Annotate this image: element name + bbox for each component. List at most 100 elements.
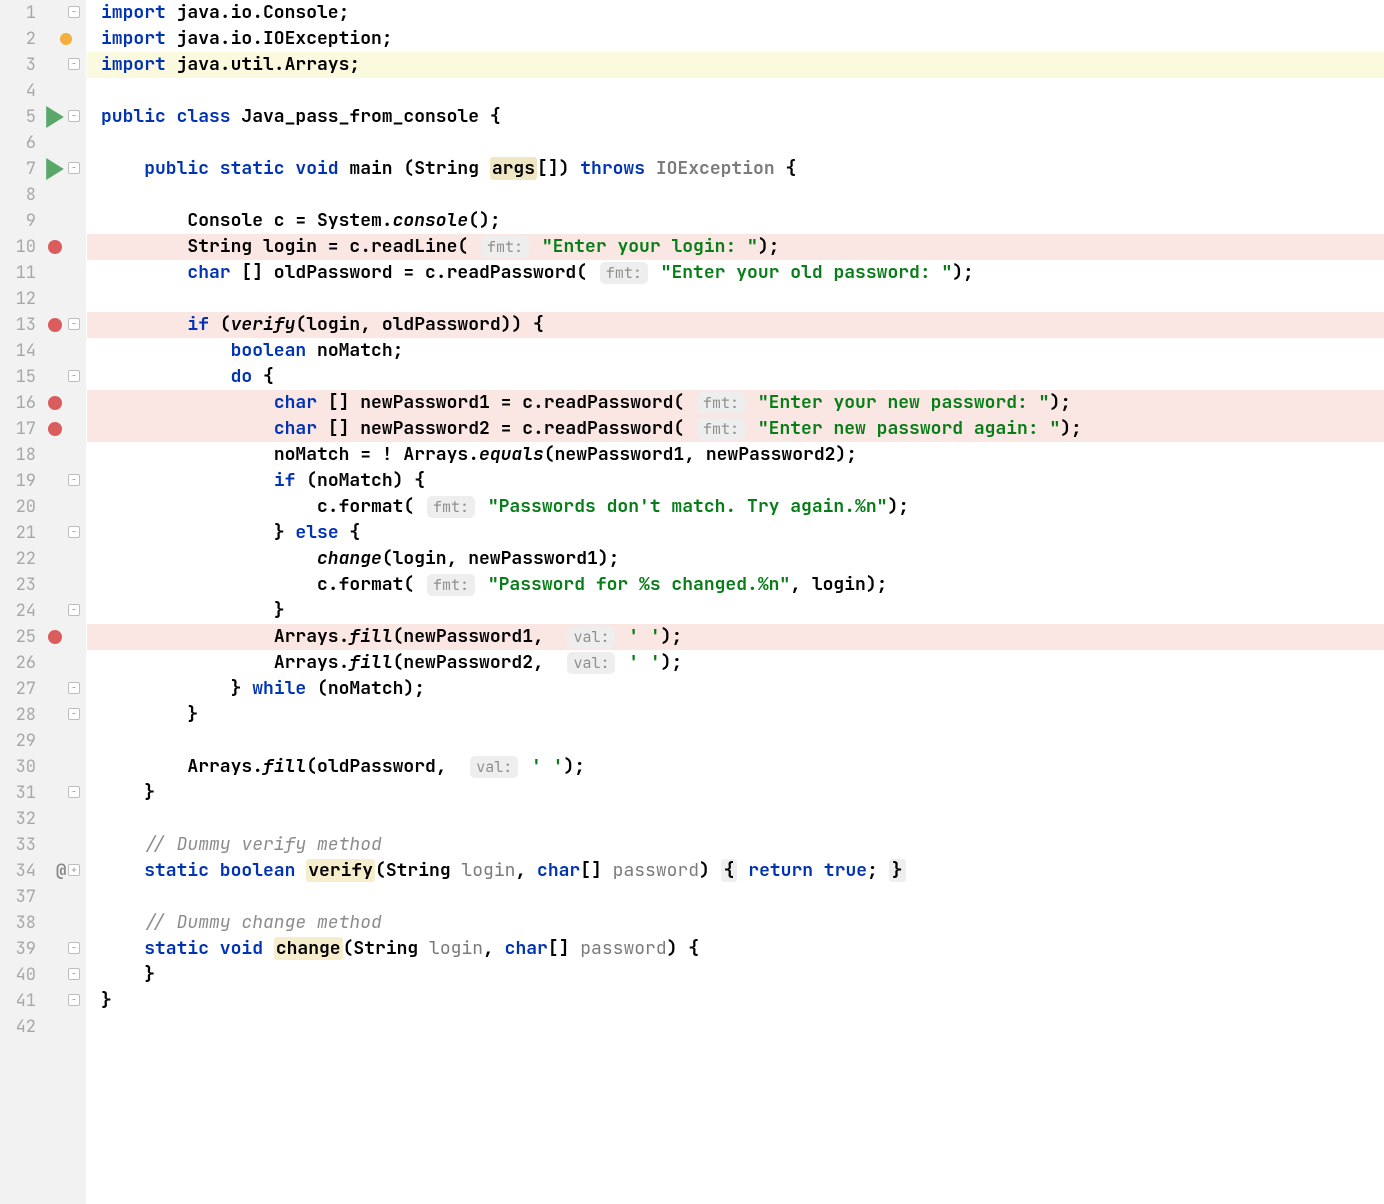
code-line[interactable]: Arrays.fill(newPassword1, val: ' '); (87, 624, 1384, 650)
gutter-line[interactable]: 37 (0, 884, 86, 910)
code-line[interactable]: } else { (87, 520, 1384, 546)
code-line[interactable]: } (87, 598, 1384, 624)
fold-collapse-icon[interactable]: − (68, 708, 80, 720)
gutter-line[interactable]: 7− (0, 156, 86, 182)
breakpoint-icon[interactable] (48, 630, 62, 644)
fold-collapse-icon[interactable]: − (68, 994, 80, 1006)
override-icon[interactable]: @ (56, 860, 66, 882)
gutter-line[interactable]: 32 (0, 806, 86, 832)
gutter-line[interactable]: 14 (0, 338, 86, 364)
code-line[interactable]: public static void main (String args[]) … (87, 156, 1384, 182)
code-line[interactable]: char [] oldPassword = c.readPassword( fm… (87, 260, 1384, 286)
fold-collapse-icon[interactable]: − (68, 318, 80, 330)
code-line[interactable] (87, 78, 1384, 104)
code-line[interactable]: } (87, 988, 1384, 1014)
gutter-line[interactable]: 2 (0, 26, 86, 52)
gutter-line[interactable]: 1− (0, 0, 86, 26)
code-line[interactable] (87, 806, 1384, 832)
code-line[interactable]: Arrays.fill(newPassword2, val: ' '); (87, 650, 1384, 676)
warning-icon[interactable] (60, 33, 72, 45)
code-line[interactable] (87, 182, 1384, 208)
gutter-line[interactable]: 33 (0, 832, 86, 858)
breakpoint-icon[interactable] (48, 422, 62, 436)
run-icon[interactable] (44, 158, 66, 180)
gutter-line[interactable]: 30 (0, 754, 86, 780)
code-line[interactable]: do { (87, 364, 1384, 390)
code-line[interactable]: change(login, newPassword1); (87, 546, 1384, 572)
gutter-line[interactable]: 3− (0, 52, 86, 78)
code-line[interactable]: c.format( fmt: "Passwords don't match. T… (87, 494, 1384, 520)
code-line[interactable]: // Dummy verify method (87, 832, 1384, 858)
fold-collapse-icon[interactable]: − (68, 682, 80, 694)
gutter-line[interactable]: 9 (0, 208, 86, 234)
code-line[interactable]: Console c = System.console(); (87, 208, 1384, 234)
code-line[interactable]: noMatch = ! Arrays.equals(newPassword1, … (87, 442, 1384, 468)
code-line[interactable]: c.format( fmt: "Password for %s changed.… (87, 572, 1384, 598)
code-editor[interactable]: 1−23−45−67−8910111213−1415−16171819−2021… (0, 0, 1384, 1204)
fold-collapse-icon[interactable]: − (68, 6, 80, 18)
code-line[interactable]: } (87, 962, 1384, 988)
code-line[interactable]: } while (noMatch); (87, 676, 1384, 702)
fold-collapse-icon[interactable]: − (68, 58, 80, 70)
gutter-line[interactable]: 22 (0, 546, 86, 572)
code-line[interactable]: import java.util.Arrays; (87, 52, 1384, 78)
code-line[interactable] (87, 728, 1384, 754)
code-line[interactable]: if (verify(login, oldPassword)) { (87, 312, 1384, 338)
gutter-line[interactable]: 41− (0, 988, 86, 1014)
gutter-line[interactable]: 24− (0, 598, 86, 624)
code-line[interactable]: Arrays.fill(oldPassword, val: ' '); (87, 754, 1384, 780)
code-line[interactable] (87, 130, 1384, 156)
fold-collapse-icon[interactable]: − (68, 786, 80, 798)
run-icon[interactable] (44, 106, 66, 128)
gutter-line[interactable]: 25 (0, 624, 86, 650)
code-line[interactable] (87, 1014, 1384, 1040)
code-line[interactable]: boolean noMatch; (87, 338, 1384, 364)
code-line[interactable]: } (87, 780, 1384, 806)
breakpoint-icon[interactable] (48, 240, 62, 254)
fold-collapse-icon[interactable]: − (68, 942, 80, 954)
code-line[interactable]: String login = c.readLine( fmt: "Enter y… (87, 234, 1384, 260)
gutter[interactable]: 1−23−45−67−8910111213−1415−16171819−2021… (0, 0, 87, 1204)
gutter-line[interactable]: 27− (0, 676, 86, 702)
code-line[interactable]: if (noMatch) { (87, 468, 1384, 494)
gutter-line[interactable]: 10 (0, 234, 86, 260)
code-line[interactable]: } (87, 702, 1384, 728)
gutter-line[interactable]: 4 (0, 78, 86, 104)
fold-collapse-icon[interactable]: − (68, 968, 80, 980)
gutter-line[interactable]: 26 (0, 650, 86, 676)
code-line[interactable]: char [] newPassword1 = c.readPassword( f… (87, 390, 1384, 416)
gutter-line[interactable]: 18 (0, 442, 86, 468)
fold-collapse-icon[interactable]: − (68, 370, 80, 382)
fold-collapse-icon[interactable]: − (68, 474, 80, 486)
gutter-line[interactable]: 28− (0, 702, 86, 728)
gutter-line[interactable]: 40− (0, 962, 86, 988)
gutter-line[interactable]: 21− (0, 520, 86, 546)
breakpoint-icon[interactable] (48, 318, 62, 332)
gutter-line[interactable]: 39− (0, 936, 86, 962)
gutter-line[interactable]: 13− (0, 312, 86, 338)
gutter-line[interactable]: 20 (0, 494, 86, 520)
gutter-line[interactable]: 17 (0, 416, 86, 442)
gutter-line[interactable]: 5− (0, 104, 86, 130)
code-line[interactable] (87, 884, 1384, 910)
code-line[interactable]: public class Java_pass_from_console { (87, 104, 1384, 130)
fold-collapse-icon[interactable]: − (68, 604, 80, 616)
code-line[interactable]: char [] newPassword2 = c.readPassword( f… (87, 416, 1384, 442)
fold-collapse-icon[interactable]: − (68, 526, 80, 538)
code-line[interactable]: // Dummy change method (87, 910, 1384, 936)
code-line[interactable] (87, 286, 1384, 312)
gutter-line[interactable]: 16 (0, 390, 86, 416)
fold-expand-icon[interactable]: + (68, 864, 80, 876)
fold-collapse-icon[interactable]: − (68, 110, 80, 122)
code-line[interactable]: static void change(String login, char[] … (87, 936, 1384, 962)
gutter-line[interactable]: 34@+ (0, 858, 86, 884)
gutter-line[interactable]: 42 (0, 1014, 86, 1040)
gutter-line[interactable]: 12 (0, 286, 86, 312)
gutter-line[interactable]: 38 (0, 910, 86, 936)
code-line[interactable]: import java.io.Console; (87, 0, 1384, 26)
gutter-line[interactable]: 15− (0, 364, 86, 390)
code-area[interactable]: import java.io.Console;import java.io.IO… (87, 0, 1384, 1204)
gutter-line[interactable]: 19− (0, 468, 86, 494)
breakpoint-icon[interactable] (48, 396, 62, 410)
gutter-line[interactable]: 8 (0, 182, 86, 208)
